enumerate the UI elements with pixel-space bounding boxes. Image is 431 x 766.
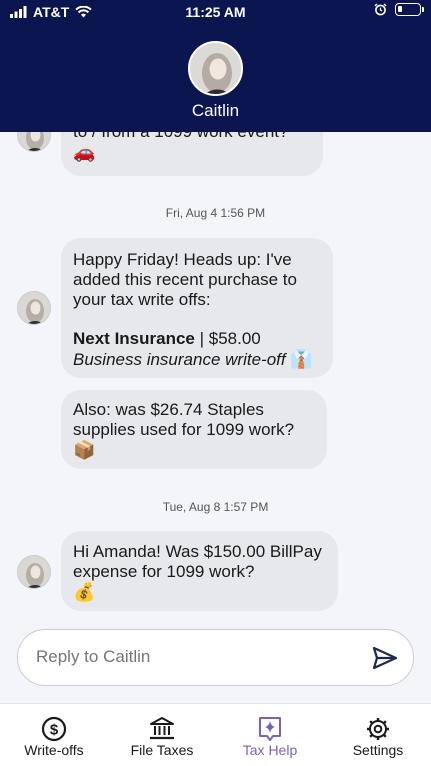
message-avatar xyxy=(17,291,51,325)
package-emoji-icon: 📦 xyxy=(73,440,96,460)
tab-write-offs[interactable]: $ Write-offs xyxy=(0,704,108,766)
tab-label: File Taxes xyxy=(130,742,194,758)
message-avatar xyxy=(17,132,51,152)
alarm-icon xyxy=(374,3,387,16)
message-timestamp: Tue, Aug 8 1:57 PM xyxy=(162,500,269,514)
message-text: Hi Amanda! Was $150.00 BillPay expense f… xyxy=(73,542,322,581)
message-avatar xyxy=(17,555,51,589)
status-time: 11:25 AM xyxy=(185,4,246,20)
dollar-circle-icon: $ xyxy=(41,716,67,742)
message-text: Also: was $26.74 Staples supplies used f… xyxy=(73,400,295,439)
tab-tax-help[interactable]: Tax Help xyxy=(216,704,324,766)
message-text: to / from a 1099 work event? xyxy=(73,132,311,142)
car-emoji-icon: 🚗 xyxy=(73,142,96,162)
message-bubble: Happy Friday! Heads up: I've added this … xyxy=(61,238,333,378)
chat-header: AT&T 11:25 AM Caitlin xyxy=(0,0,431,132)
message-text: Happy Friday! Heads up: I've added this … xyxy=(73,250,297,309)
purchase-separator: | xyxy=(194,329,209,348)
money-bag-emoji-icon: 💰 xyxy=(73,582,96,602)
necktie-emoji-icon: 👔 xyxy=(290,349,313,369)
gear-icon xyxy=(367,718,389,740)
tab-settings[interactable]: Settings xyxy=(324,704,431,766)
tab-label: Settings xyxy=(352,742,404,758)
message-timestamp: Fri, Aug 4 1:56 PM xyxy=(165,206,266,220)
status-bar: AT&T 11:25 AM xyxy=(0,0,431,26)
send-icon[interactable] xyxy=(371,644,399,672)
contact-name: Caitlin xyxy=(191,101,240,120)
svg-text:$: $ xyxy=(50,722,59,739)
reply-input[interactable] xyxy=(36,647,356,667)
tab-label: Write-offs xyxy=(24,742,84,758)
sparkle-chat-icon xyxy=(259,717,281,741)
tab-label: Tax Help xyxy=(242,742,298,758)
bottom-tab-bar: $ Write-offs File Taxes Tax Help Setting… xyxy=(0,703,431,766)
bank-icon xyxy=(150,717,174,740)
purchase-description: Business insurance write-off xyxy=(73,350,286,369)
contact-avatar[interactable] xyxy=(188,41,243,96)
reply-composer xyxy=(17,629,414,686)
message-bubble: Also: was $26.74 Staples supplies used f… xyxy=(61,390,327,469)
message-bubble: to / from a 1099 work event? 🚗 xyxy=(61,132,323,176)
purchase-amount: $58.00 xyxy=(208,329,261,348)
message-bubble: Hi Amanda! Was $150.00 BillPay expense f… xyxy=(61,531,338,611)
purchase-name: Next Insurance xyxy=(73,329,195,348)
battery-icon xyxy=(395,3,424,16)
tab-file-taxes[interactable]: File Taxes xyxy=(108,704,216,766)
message-list[interactable]: to / from a 1099 work event? 🚗 Fri, Aug … xyxy=(0,132,431,622)
